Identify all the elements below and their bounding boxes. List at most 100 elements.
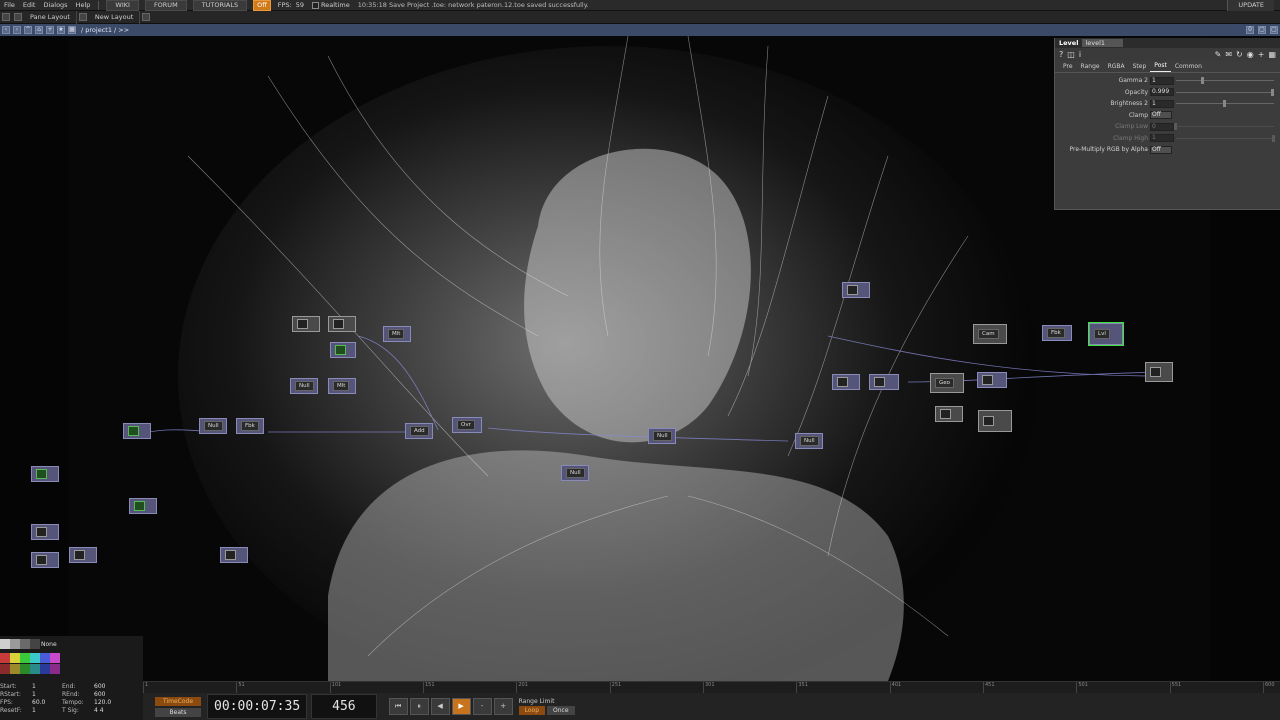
- grid-icon[interactable]: ▦: [68, 26, 76, 34]
- edit-icon[interactable]: ✎: [1215, 50, 1222, 59]
- node-green-3[interactable]: [31, 466, 59, 482]
- node-chop-1[interactable]: [31, 524, 59, 540]
- node-mlt-top[interactable]: [292, 316, 320, 332]
- add-pane-icon[interactable]: [142, 13, 151, 21]
- palette-none-label[interactable]: None: [41, 641, 57, 648]
- node-fbk-2[interactable]: Fbk: [1042, 325, 1072, 341]
- param-value-field[interactable]: 1: [1150, 99, 1174, 108]
- time-setting-value[interactable]: 120.0: [94, 699, 124, 707]
- op-name-field[interactable]: level1: [1082, 39, 1124, 47]
- timecode-button[interactable]: TimeCode: [155, 696, 202, 706]
- once-button[interactable]: Once: [547, 705, 575, 715]
- tab-common[interactable]: Common: [1171, 62, 1206, 72]
- rewind-icon[interactable]: ⏮: [388, 698, 408, 715]
- node-null-1[interactable]: Null: [290, 378, 318, 394]
- param-toggle[interactable]: Off: [1150, 145, 1172, 154]
- node-blue[interactable]: [869, 374, 899, 390]
- count-icon[interactable]: 0: [1246, 26, 1254, 34]
- bookmark-icon[interactable]: ★: [57, 26, 65, 34]
- close-pane-icon[interactable]: ▢: [1270, 26, 1278, 34]
- node-out[interactable]: [1145, 362, 1173, 382]
- comment-icon[interactable]: ✉: [1225, 50, 1232, 59]
- home-icon[interactable]: ⌂: [35, 26, 43, 34]
- step-back-icon[interactable]: -: [472, 698, 492, 715]
- back-icon[interactable]: ‹: [2, 26, 10, 34]
- param-value-field[interactable]: 1: [1150, 134, 1174, 143]
- node-render[interactable]: [978, 410, 1012, 432]
- reverse-icon[interactable]: ◀: [430, 698, 450, 715]
- node-green-4[interactable]: [129, 498, 157, 514]
- color-swatch[interactable]: [10, 664, 20, 674]
- view-icon[interactable]: ▢: [1258, 26, 1266, 34]
- node-comp-top[interactable]: [328, 316, 356, 332]
- globe-icon[interactable]: ◉: [1247, 50, 1254, 59]
- time-setting-value[interactable]: 1: [32, 683, 62, 691]
- menu-edit[interactable]: Edit: [19, 0, 40, 11]
- menu-help[interactable]: Help: [72, 0, 95, 11]
- pane-split-icon[interactable]: [2, 13, 10, 21]
- menu-file[interactable]: File: [0, 0, 19, 11]
- color-swatch[interactable]: [20, 664, 30, 674]
- pane-list-icon[interactable]: [14, 13, 22, 21]
- node-sop[interactable]: [977, 372, 1007, 388]
- color-swatch[interactable]: [10, 639, 20, 649]
- time-setting-value[interactable]: 1: [32, 707, 62, 715]
- tab-step[interactable]: Step: [1129, 62, 1151, 72]
- slider-knob[interactable]: [1201, 77, 1205, 85]
- menu-dialogs[interactable]: Dialogs: [39, 0, 71, 11]
- color-swatch[interactable]: [0, 639, 10, 649]
- node-null-5[interactable]: Null: [561, 465, 589, 481]
- node-chop-4[interactable]: [220, 547, 248, 563]
- tab-range[interactable]: Range: [1077, 62, 1104, 72]
- pane-layout-tab[interactable]: Pane Layout: [24, 10, 77, 24]
- slider-knob[interactable]: [1272, 134, 1275, 142]
- color-swatch[interactable]: [30, 653, 40, 663]
- node-render-input[interactable]: [842, 282, 870, 298]
- node-chop-3[interactable]: [69, 547, 97, 563]
- loop-button[interactable]: Loop: [518, 705, 546, 715]
- slider-knob[interactable]: [1223, 100, 1226, 108]
- add-icon[interactable]: +: [46, 26, 54, 34]
- node-null-4[interactable]: Null: [795, 433, 823, 449]
- param-slider[interactable]: [1176, 100, 1274, 108]
- color-swatch[interactable]: [30, 639, 40, 649]
- node-ovr[interactable]: Ovr: [452, 417, 482, 433]
- color-swatch[interactable]: [30, 664, 40, 674]
- time-setting-value[interactable]: 1: [32, 691, 62, 699]
- beats-button[interactable]: Beats: [155, 707, 202, 717]
- play-icon[interactable]: ▶: [451, 698, 471, 715]
- time-setting-value[interactable]: 60.0: [32, 699, 62, 707]
- param-slider[interactable]: [1176, 77, 1274, 85]
- timecode-display[interactable]: 00:00:07:35: [207, 694, 308, 719]
- node-fbk[interactable]: Fbk: [236, 418, 264, 434]
- time-setting-value[interactable]: 600: [94, 691, 124, 699]
- tutorials-button[interactable]: TUTORIALS: [192, 0, 248, 11]
- tab-rgba[interactable]: RGBA: [1104, 62, 1129, 72]
- node-mlt[interactable]: Mlt: [383, 326, 411, 342]
- color-swatch[interactable]: [0, 653, 10, 663]
- new-layout-tab[interactable]: New Layout: [89, 10, 141, 24]
- node-green-2[interactable]: [123, 423, 151, 439]
- forum-button[interactable]: FORUM: [144, 0, 187, 11]
- info-icon[interactable]: i: [1079, 50, 1081, 59]
- param-value-field[interactable]: 0: [1150, 122, 1174, 131]
- node-mlt-2[interactable]: Mlt: [328, 378, 356, 394]
- param-slider[interactable]: [1176, 88, 1275, 96]
- node-null-2[interactable]: Null: [199, 418, 227, 434]
- param-value-field[interactable]: 0.999: [1150, 88, 1174, 97]
- color-swatch[interactable]: [0, 664, 10, 674]
- node-dot[interactable]: [832, 374, 860, 390]
- grid-icon[interactable]: ▦: [1268, 50, 1276, 59]
- add-icon[interactable]: +: [1258, 50, 1265, 59]
- up-icon[interactable]: ^: [24, 26, 32, 34]
- node-cam[interactable]: Cam: [973, 324, 1007, 344]
- node-chop-2[interactable]: [31, 552, 59, 568]
- color-swatch[interactable]: [10, 653, 20, 663]
- help-icon[interactable]: ?: [1059, 50, 1063, 59]
- color-swatch[interactable]: [40, 653, 50, 663]
- param-value-field[interactable]: 1: [1150, 76, 1174, 85]
- node-add[interactable]: Add: [405, 423, 433, 439]
- update-button[interactable]: UPDATE: [1227, 0, 1274, 11]
- frame-display[interactable]: 456: [311, 694, 377, 719]
- tab-pre[interactable]: Pre: [1059, 62, 1077, 72]
